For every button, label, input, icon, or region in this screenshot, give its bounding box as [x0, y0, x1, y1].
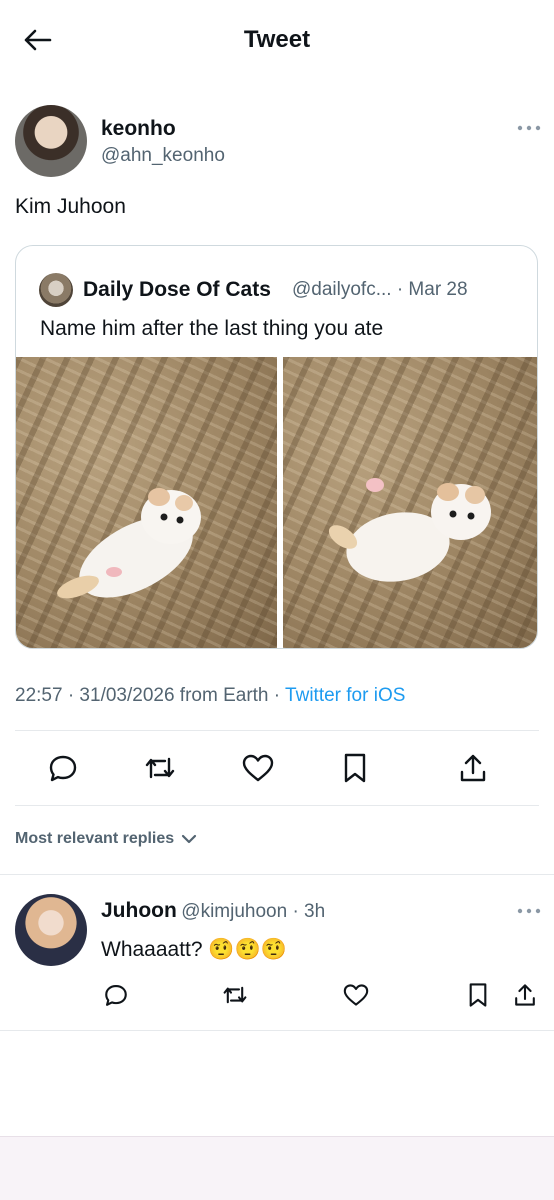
reply-like-button[interactable]: [341, 980, 371, 1010]
reply-handle-time[interactable]: @kimjuhoon · 3h: [181, 901, 325, 922]
bottom-bar: [0, 1136, 554, 1200]
quoted-tweet-card[interactable]: Daily Dose Of Cats @dailyofc... · Mar 28…: [15, 245, 538, 649]
reply-avatar[interactable]: [15, 894, 87, 966]
reply-author-name[interactable]: Juhoon: [101, 899, 177, 922]
more-icon: [517, 125, 541, 131]
author-name[interactable]: keonho: [101, 117, 176, 141]
reply-share-button[interactable]: [510, 980, 540, 1010]
reply-retweet-button[interactable]: [220, 980, 250, 1010]
like-icon: [242, 754, 274, 782]
chevron-down-icon: [182, 834, 197, 844]
share-button[interactable]: [453, 748, 493, 788]
reply-button[interactable]: [43, 748, 83, 788]
replies-filter-label: Most relevant replies: [15, 830, 175, 847]
retweet-icon: [145, 757, 175, 779]
reply-text: Whaaaatt? 🤨🤨🤨: [101, 938, 287, 962]
quoted-avatar: [39, 273, 73, 307]
more-button[interactable]: [512, 116, 546, 140]
source-link[interactable]: Twitter for iOS: [285, 685, 405, 706]
divider: [0, 874, 554, 875]
like-icon: [343, 984, 369, 1006]
quoted-author-name: Daily Dose Of Cats: [83, 278, 271, 301]
share-icon: [515, 984, 535, 1006]
reply-text-body: Whaaaatt?: [101, 938, 203, 961]
avatar[interactable]: [15, 105, 87, 177]
more-icon: [517, 908, 541, 914]
bookmark-button[interactable]: [335, 748, 375, 788]
quoted-handle-date: @dailyofc... · Mar 28: [292, 279, 468, 300]
tweet-timestamp: 22:57 · 31/03/2026 from Earth · Twitter …: [15, 685, 405, 707]
reply-bookmark-button[interactable]: [463, 980, 493, 1010]
page-title: Tweet: [243, 26, 311, 53]
divider: [0, 1030, 554, 1031]
bookmark-icon: [344, 753, 366, 783]
quoted-text: Name him after the last thing you ate: [40, 317, 384, 340]
cat-image-2: [328, 478, 491, 582]
cat-image-1: [57, 488, 201, 599]
divider: [15, 730, 539, 731]
reply-emoji: 🤨🤨🤨: [208, 938, 287, 961]
cat-photo-1[interactable]: [16, 357, 277, 648]
bookmark-icon: [469, 983, 487, 1007]
like-button[interactable]: [238, 748, 278, 788]
share-icon: [460, 754, 486, 782]
reply-icon: [105, 985, 127, 1006]
author-handle[interactable]: @ahn_keonho: [101, 145, 225, 167]
retweet-icon: [223, 986, 247, 1004]
reply-reply-button[interactable]: [101, 980, 131, 1010]
reply-header: Juhoon @kimjuhoon · 3h: [101, 899, 325, 923]
timestamp-text: 22:57 · 31/03/2026 from Earth ·: [15, 685, 286, 706]
retweet-button[interactable]: [140, 748, 180, 788]
replies-filter-dropdown[interactable]: Most relevant replies: [15, 830, 197, 848]
reply-more-button[interactable]: [512, 899, 546, 923]
divider: [15, 805, 539, 806]
reply-icon: [49, 755, 77, 782]
tweet-text: Kim Juhoon: [15, 195, 126, 218]
cat-photo-2[interactable]: [283, 357, 537, 648]
